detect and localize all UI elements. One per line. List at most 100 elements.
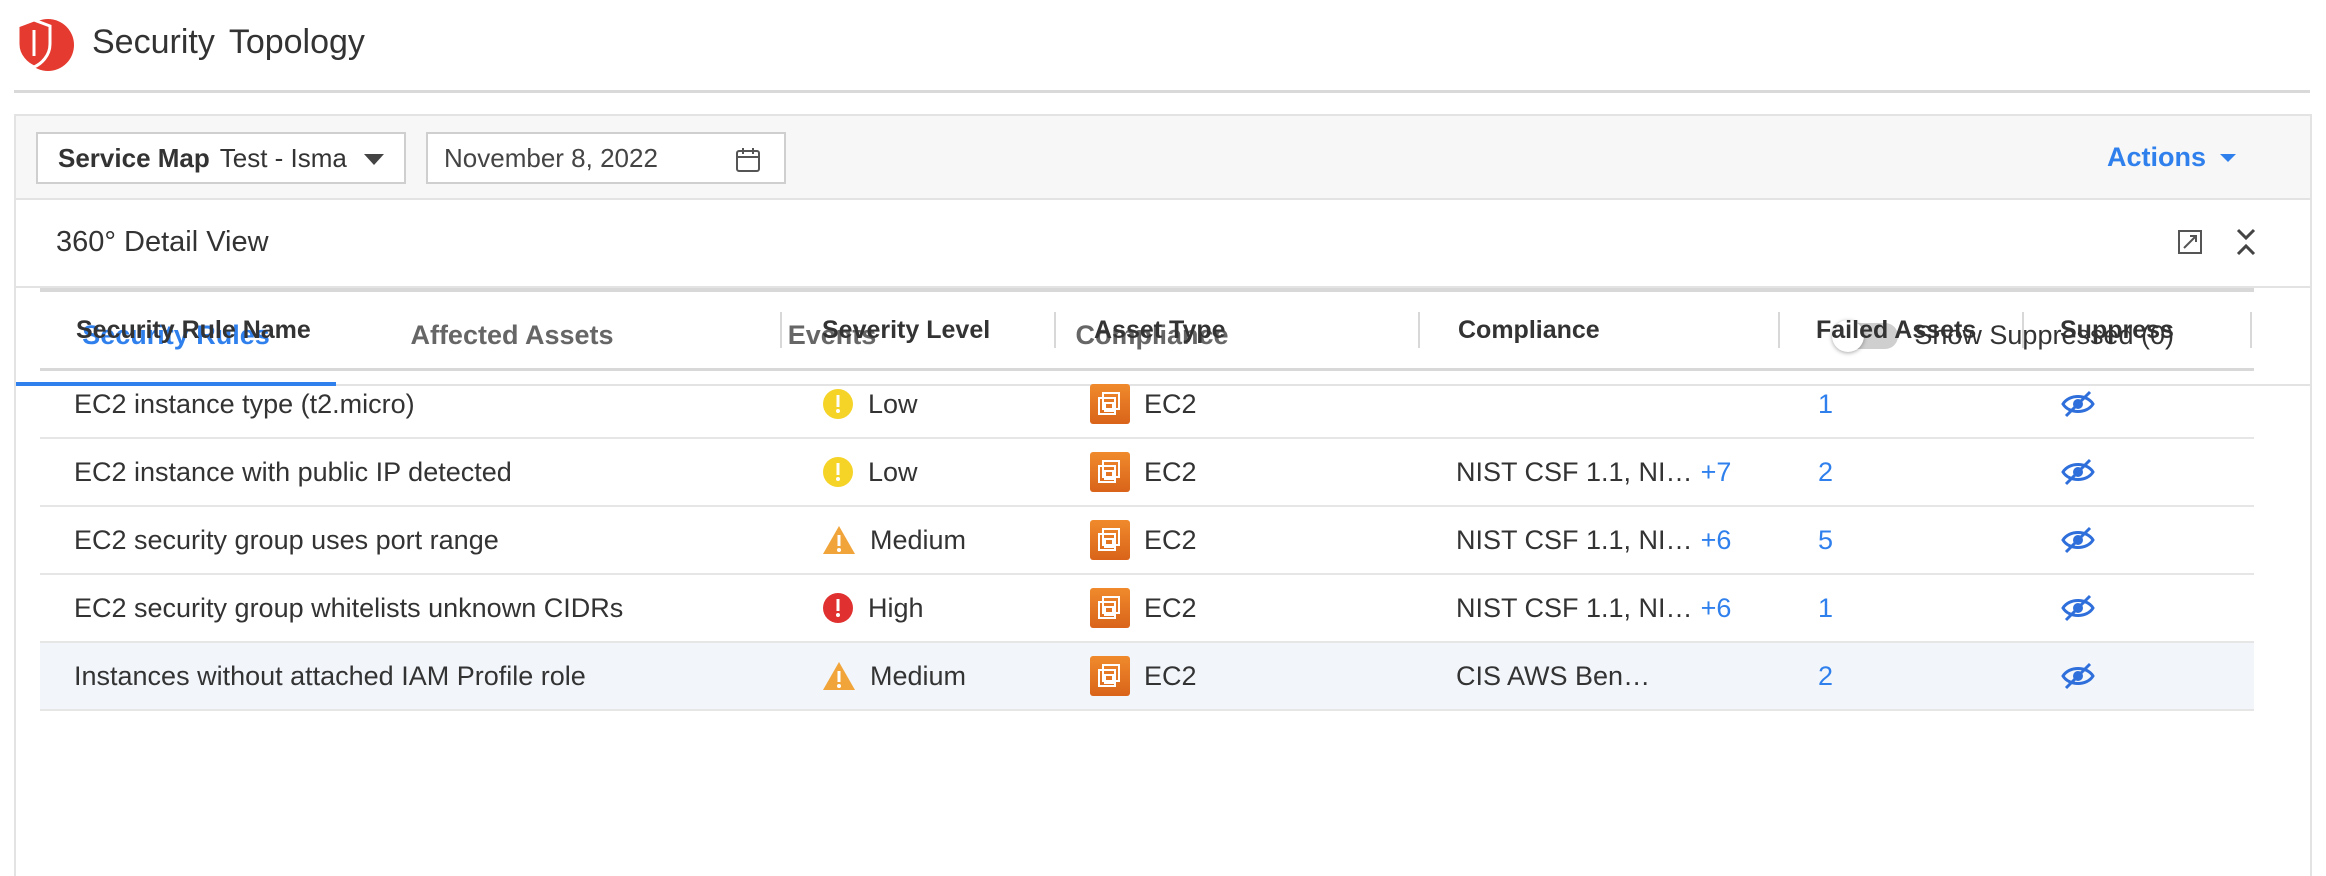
failed-assets-link[interactable]: 1 — [1818, 575, 1833, 641]
severity-label: High — [868, 592, 924, 623]
warning-triangle-icon — [822, 660, 856, 692]
warning-triangle-icon — [822, 524, 856, 556]
severity-cell: Medium — [822, 643, 966, 709]
compliance-cell: CIS AWS Ben… — [1456, 643, 1658, 709]
ec2-icon — [1090, 384, 1130, 424]
info-yellow-icon — [822, 456, 854, 488]
asset-type-label: EC2 — [1144, 456, 1197, 487]
date-value: November 8, 2022 — [444, 142, 658, 173]
compliance-cell: NIST CSF 1.1, NI… +6 — [1456, 507, 1731, 573]
service-map-label: Service Map — [58, 142, 210, 173]
col-header-compliance[interactable]: Compliance — [1458, 292, 1600, 368]
asset-type-label: EC2 — [1144, 592, 1197, 623]
asset-type-cell: EC2 — [1090, 643, 1197, 709]
asset-type-cell: EC2 — [1090, 575, 1197, 641]
table-row[interactable]: EC2 instance type (t2.micro) Low EC2 1 — [40, 371, 2254, 439]
severity-label: Medium — [870, 660, 967, 691]
asset-type-label: EC2 — [1144, 660, 1197, 691]
suppress-cell — [2060, 643, 2096, 709]
toolbar: Service Map Test - Isma November 8, 2022… — [16, 116, 2310, 200]
col-header-severity[interactable]: Severity Level — [822, 292, 990, 368]
severity-label: Low — [868, 456, 918, 487]
date-picker[interactable]: November 8, 2022 — [426, 132, 786, 184]
asset-type-cell: EC2 — [1090, 371, 1197, 437]
rule-name[interactable]: Instances without attached IAM Profile r… — [74, 643, 586, 709]
suppress-cell — [2060, 507, 2096, 573]
table-row[interactable]: EC2 security group uses port range Mediu… — [40, 507, 2254, 575]
shield-logo-icon — [16, 18, 74, 71]
eye-off-icon[interactable] — [2060, 593, 2096, 623]
column-divider[interactable] — [1054, 312, 1056, 348]
ec2-icon — [1090, 656, 1130, 696]
compliance-cell: NIST CSF 1.1, NI… +7 — [1456, 439, 1731, 505]
col-header-failed-assets[interactable]: Failed Assets — [1816, 292, 1976, 368]
rule-name[interactable]: EC2 security group whitelists unknown CI… — [74, 575, 623, 641]
suppress-cell — [2060, 575, 2096, 641]
severity-label: Medium — [870, 524, 967, 555]
failed-assets-link[interactable]: 5 — [1818, 507, 1833, 573]
service-map-value: Test - Isma — [219, 142, 347, 173]
compliance-more-link[interactable]: +6 — [1701, 525, 1732, 556]
eye-off-icon[interactable] — [2060, 525, 2096, 555]
severity-cell: Low — [822, 371, 918, 437]
chevron-down-icon — [2220, 153, 2236, 162]
eye-off-icon[interactable] — [2060, 661, 2096, 691]
asset-type-label: EC2 — [1144, 524, 1197, 555]
calendar-icon[interactable] — [734, 146, 762, 174]
service-map-select[interactable]: Service Map Test - Isma — [36, 132, 406, 184]
compliance-label: NIST CSF 1.1, NI… — [1456, 524, 1693, 555]
app-header: Security Topology — [14, 0, 2310, 93]
compliance-cell: NIST CSF 1.1, NI… +6 — [1456, 575, 1731, 641]
severity-cell: Medium — [822, 507, 966, 573]
suppress-cell — [2060, 439, 2096, 505]
column-divider[interactable] — [2250, 312, 2252, 348]
table-row[interactable]: Instances without attached IAM Profile r… — [40, 643, 2254, 711]
collapse-icon[interactable] — [2234, 226, 2258, 258]
col-header-rule-name[interactable]: Security Rule Name — [76, 292, 311, 368]
actions-menu[interactable]: Actions — [2107, 142, 2236, 173]
compliance-more-link[interactable]: +6 — [1701, 593, 1732, 624]
page-title-main: Security — [92, 22, 215, 61]
ec2-icon — [1090, 520, 1130, 560]
col-header-asset-type[interactable]: Asset Type — [1094, 292, 1226, 368]
rule-name[interactable]: EC2 security group uses port range — [74, 507, 499, 573]
expand-icon[interactable] — [2176, 228, 2204, 256]
compliance-label: NIST CSF 1.1, NI… — [1456, 592, 1693, 623]
severity-label: Low — [868, 388, 918, 419]
table-row[interactable]: EC2 instance with public IP detected Low… — [40, 439, 2254, 507]
table-header: Security Rule Name Severity Level Asset … — [40, 288, 2254, 371]
chevron-down-icon — [364, 154, 384, 165]
column-divider[interactable] — [780, 312, 782, 348]
detail-title: 360° Detail View — [56, 226, 269, 258]
ec2-icon — [1090, 452, 1130, 492]
page-title-sub: Topology — [228, 22, 365, 61]
error-red-icon — [822, 592, 854, 624]
compliance-more-link[interactable]: +7 — [1701, 457, 1732, 488]
asset-type-cell: EC2 — [1090, 439, 1197, 505]
rule-name[interactable]: EC2 instance with public IP detected — [74, 439, 512, 505]
failed-assets-link[interactable]: 2 — [1818, 439, 1833, 505]
eye-off-icon[interactable] — [2060, 457, 2096, 487]
column-divider[interactable] — [1778, 312, 1780, 348]
column-divider[interactable] — [2022, 312, 2024, 348]
severity-cell: Low — [822, 439, 918, 505]
page-title: Security Topology — [92, 23, 365, 62]
eye-off-icon[interactable] — [2060, 389, 2096, 419]
actions-label: Actions — [2106, 142, 2206, 172]
rule-name[interactable]: EC2 instance type (t2.micro) — [74, 371, 415, 437]
asset-type-label: EC2 — [1144, 388, 1197, 419]
failed-assets-link[interactable]: 1 — [1818, 371, 1833, 437]
suppress-cell — [2060, 371, 2096, 437]
column-divider[interactable] — [1418, 312, 1420, 348]
compliance-label: NIST CSF 1.1, NI… — [1456, 456, 1693, 487]
table-row[interactable]: EC2 security group whitelists unknown CI… — [40, 575, 2254, 643]
col-header-suppress[interactable]: Suppress — [2060, 292, 2174, 368]
asset-type-cell: EC2 — [1090, 507, 1197, 573]
info-yellow-icon — [822, 388, 854, 420]
compliance-cell — [1456, 371, 1464, 437]
failed-assets-link[interactable]: 2 — [1818, 643, 1833, 709]
security-rules-table: Security Rule Name Severity Level Asset … — [40, 288, 2254, 711]
detail-header: 360° Detail View — [16, 200, 2310, 288]
severity-cell: High — [822, 575, 924, 641]
ec2-icon — [1090, 588, 1130, 628]
